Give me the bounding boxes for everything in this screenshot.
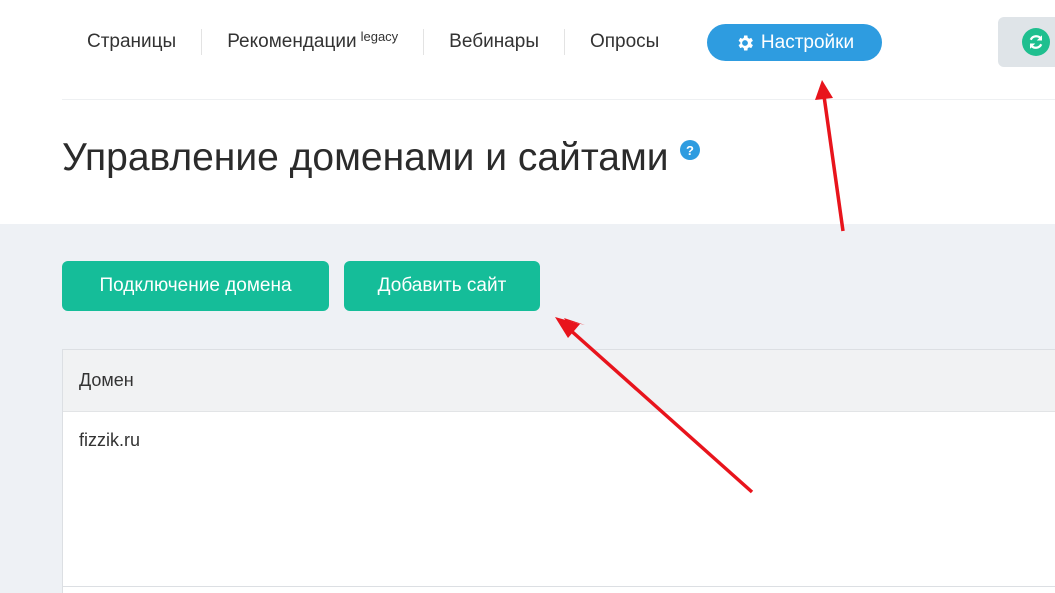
top-nav: Страницы Рекомендации legacy Вебинары Оп… xyxy=(62,20,684,64)
nav-item-settings[interactable]: Настройки xyxy=(707,24,882,61)
nav-item-webinars[interactable]: Вебинары xyxy=(424,29,565,55)
legacy-tag: legacy xyxy=(360,28,399,44)
gear-icon xyxy=(738,35,753,50)
table-header-domain: Домен xyxy=(63,350,1055,412)
domains-table: Домен fizzik.ru xyxy=(62,349,1055,593)
add-site-button[interactable]: Добавить сайт xyxy=(344,261,540,311)
refresh-button[interactable] xyxy=(998,17,1055,67)
nav-item-recommendations[interactable]: Рекомендации legacy xyxy=(202,28,425,55)
connect-domain-button[interactable]: Подключение домена xyxy=(62,261,329,311)
header-divider xyxy=(62,99,1055,100)
help-icon[interactable]: ? xyxy=(680,140,700,160)
nav-item-pages-label: Страницы xyxy=(87,31,177,52)
nav-item-surveys[interactable]: Опросы xyxy=(565,29,684,55)
nav-item-pages[interactable]: Страницы xyxy=(62,29,203,55)
nav-item-webinars-label: Вебинары xyxy=(449,31,539,52)
arrow-to-settings xyxy=(815,80,845,232)
nav-item-recommendations-label: Рекомендации xyxy=(227,31,357,52)
refresh-icon xyxy=(1022,28,1050,56)
domain-cell: fizzik.ru xyxy=(79,430,141,450)
nav-item-settings-label: Настройки xyxy=(760,31,855,53)
table-row: fizzik.ru xyxy=(63,412,1055,587)
page-title: Управление доменами и сайтами xyxy=(62,136,669,179)
nav-item-surveys-label: Опросы xyxy=(589,31,660,52)
page: Страницы Рекомендации legacy Вебинары Оп… xyxy=(0,0,1055,593)
